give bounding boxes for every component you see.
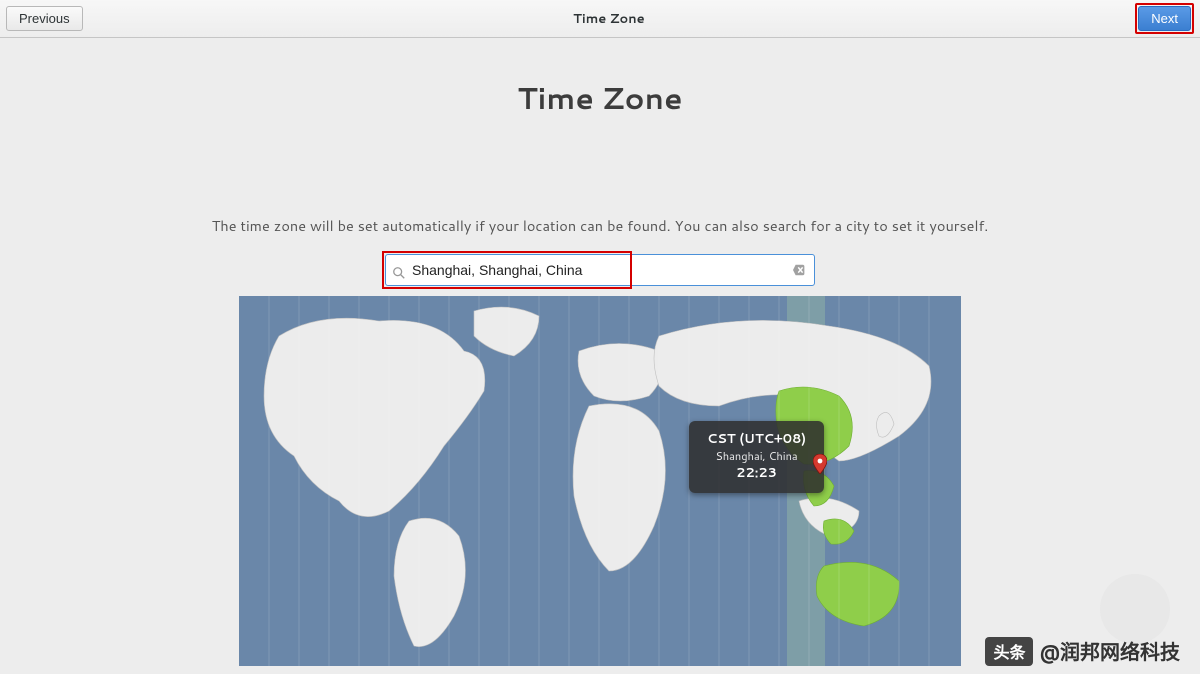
search-input[interactable]: [412, 262, 792, 278]
timezone-abbrev: CST (UTC+08): [707, 431, 806, 449]
watermark-text: @润邦网络科技: [1039, 636, 1180, 666]
page-title: Time Zone: [0, 76, 1200, 119]
timezone-map[interactable]: // stripes drawn below via JS after data…: [239, 296, 961, 666]
location-pin-icon: [813, 454, 827, 474]
watermark: 头条 @润邦网络科技: [985, 636, 1180, 666]
page-description: The time zone will be set automatically …: [0, 215, 1200, 236]
world-map-svg: [239, 296, 961, 666]
timezone-popover: CST (UTC+08) Shanghai, China 22:23: [689, 421, 824, 493]
search-box[interactable]: [385, 254, 815, 286]
header-title: Time Zone: [83, 10, 1136, 28]
search-icon: [392, 263, 406, 277]
timezone-time: 22:23: [707, 465, 806, 483]
clear-icon[interactable]: [792, 262, 808, 278]
timezone-location: Shanghai, China: [707, 449, 806, 464]
header-bar: Previous Time Zone Next: [0, 0, 1200, 38]
watermark-badge: 头条: [985, 637, 1033, 666]
watermark-circle: [1100, 574, 1170, 644]
previous-button[interactable]: Previous: [6, 6, 83, 31]
next-button-highlight: Next: [1135, 3, 1194, 34]
next-button[interactable]: Next: [1138, 6, 1191, 31]
search-container: [385, 254, 815, 286]
